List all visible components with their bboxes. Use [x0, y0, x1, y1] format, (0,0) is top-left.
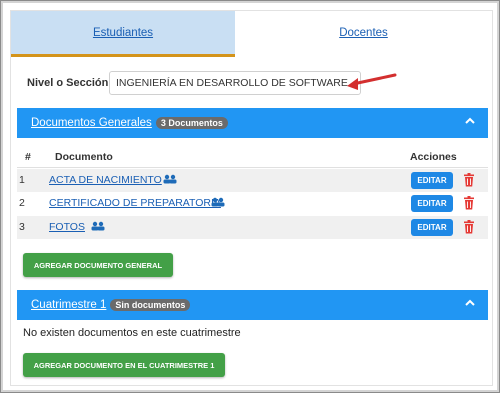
documentos-generales-title[interactable]: Documentos Generales — [31, 117, 152, 129]
people-icon — [211, 197, 225, 207]
column-header-acciones: Acciones — [410, 151, 457, 163]
table-row: 2 CERTIFICADO DE PREPARATORIA EDITAR — [17, 192, 488, 215]
trash-icon[interactable] — [463, 196, 475, 210]
document-link[interactable]: CERTIFICADO DE PREPARATORIA — [49, 197, 221, 209]
row-number: 2 — [19, 197, 25, 209]
people-icon — [163, 174, 177, 184]
chevron-up-icon[interactable] — [464, 297, 476, 311]
add-cuatrimestre-document-button[interactable]: AGREGAR DOCUMENTO EN EL CUATRIMESTRE 1 — [23, 353, 225, 377]
documentos-generales-header[interactable]: Documentos Generales 3 Documentos — [17, 108, 488, 138]
document-link[interactable]: ACTA DE NACIMIENTO — [49, 174, 162, 186]
table-header-divider — [17, 167, 488, 168]
tab-estudiantes[interactable]: Estudiantes — [11, 11, 235, 57]
empty-cuatrimestre-message: No existen documentos en este cuatrimest… — [23, 327, 241, 339]
cuatrimestre-header[interactable]: Cuatrimestre 1 Sin documentos — [17, 290, 488, 320]
window-frame: Estudiantes Docentes Nivel o Sección ING… — [0, 0, 500, 393]
nivel-label: Nivel o Sección — [27, 77, 109, 89]
column-header-documento: Documento — [55, 151, 113, 163]
add-general-document-button[interactable]: AGREGAR DOCUMENTO GENERAL — [23, 253, 173, 277]
documents-panel: Estudiantes Docentes Nivel o Sección ING… — [10, 10, 493, 386]
cuatrimestre-title[interactable]: Cuatrimestre 1 — [31, 299, 106, 311]
document-link[interactable]: FOTOS — [49, 221, 85, 233]
documentos-count-badge: 3 Documentos — [155, 117, 228, 129]
row-number: 3 — [19, 221, 25, 233]
column-header-num: # — [25, 151, 31, 163]
annotation-arrow — [347, 73, 397, 90]
edit-button[interactable]: EDITAR — [411, 219, 453, 236]
nivel-select[interactable]: INGENIERÍA EN DESARROLLO DE SOFTWARE — [109, 71, 361, 95]
row-number: 1 — [19, 174, 25, 186]
edit-button[interactable]: EDITAR — [411, 195, 453, 212]
chevron-up-icon[interactable] — [464, 115, 476, 129]
tab-docentes[interactable]: Docentes — [235, 11, 492, 54]
trash-icon[interactable] — [463, 220, 475, 234]
people-icon — [91, 221, 105, 231]
tab-bar: Estudiantes Docentes — [11, 11, 492, 57]
cuatrimestre-badge: Sin documentos — [110, 299, 191, 311]
trash-icon[interactable] — [463, 173, 475, 187]
table-row: 3 FOTOS EDITAR — [17, 216, 488, 239]
table-row: 1 ACTA DE NACIMIENTO EDITAR — [17, 169, 488, 192]
edit-button[interactable]: EDITAR — [411, 172, 453, 189]
